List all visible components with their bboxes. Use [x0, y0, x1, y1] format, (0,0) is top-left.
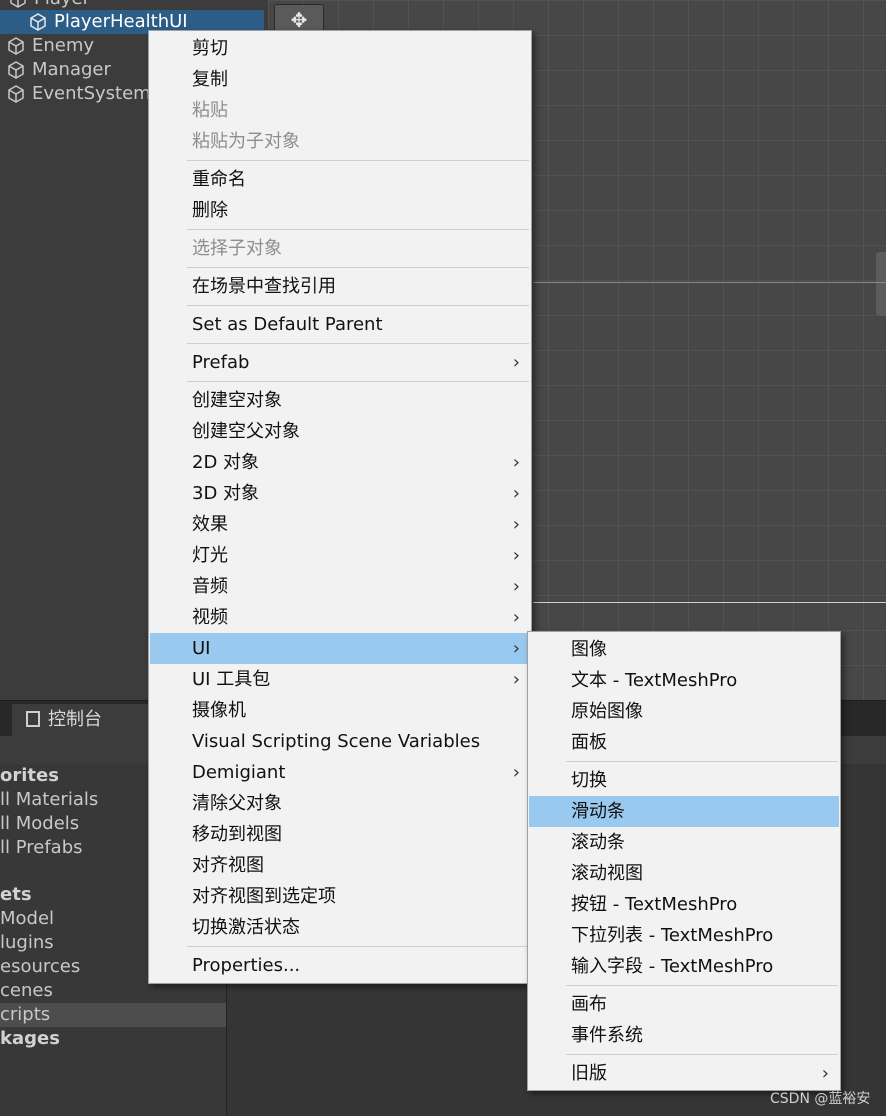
chevron-right-icon: › — [821, 1063, 829, 1084]
menu-item-paste: 粘贴 — [192, 100, 228, 121]
menu-item-align-view-to-selected[interactable]: 对齐视图到选定项 — [150, 881, 530, 912]
menu-separator — [187, 267, 529, 268]
menu-separator — [187, 160, 529, 161]
tab-console-label: 控制台 — [48, 709, 102, 730]
project-favorites-header[interactable]: orites — [0, 764, 59, 788]
project-packages-header[interactable]: kages — [0, 1027, 60, 1051]
menu-item-cut[interactable]: 剪切 — [150, 33, 530, 64]
scene-gizmo-handle[interactable] — [876, 252, 886, 316]
menu-item-clear-parent[interactable]: 清除父对象 — [150, 788, 530, 819]
menu-item-ui[interactable]: UI › — [150, 633, 530, 664]
menu-item-delete[interactable]: 删除 — [150, 195, 530, 226]
menu-separator — [566, 1054, 838, 1055]
hierarchy-item-label: PlayerHealthUI — [54, 11, 188, 32]
chevron-right-icon: › — [512, 452, 520, 473]
scene-guide-line — [533, 602, 886, 603]
chevron-right-icon: › — [512, 545, 520, 566]
menu-item-video[interactable]: 视频 › — [150, 602, 530, 633]
gameobject-cube-icon — [10, 0, 26, 8]
submenu-item-toggle[interactable]: 切换 — [529, 765, 839, 796]
chevron-right-icon: › — [512, 638, 520, 659]
chevron-right-icon: › — [512, 352, 520, 373]
menu-item-paste-as-child: 粘贴为子对象 — [192, 131, 300, 152]
menu-item-prefab[interactable]: Prefab › — [150, 347, 530, 378]
submenu-item-event-system[interactable]: 事件系统 — [529, 1020, 839, 1051]
scene-guide-line — [533, 282, 886, 283]
submenu-item-scrollbar[interactable]: 滚动条 — [529, 827, 839, 858]
submenu-item-scroll-view[interactable]: 滚动视图 — [529, 858, 839, 889]
chevron-right-icon: › — [512, 576, 520, 597]
menu-item-2d-object[interactable]: 2D 对象 › — [150, 447, 530, 478]
menu-item-create-empty-parent[interactable]: 创建空父对象 — [150, 416, 530, 447]
submenu-item-image[interactable]: 图像 — [529, 634, 839, 665]
submenu-item-panel[interactable]: 面板 — [529, 727, 839, 758]
project-assets-header[interactable]: ets — [0, 883, 32, 907]
menu-item-light[interactable]: 灯光 › — [150, 540, 530, 571]
gameobject-cube-icon — [8, 61, 24, 79]
tab-console[interactable]: 控制台 — [12, 704, 152, 736]
context-menu: 剪切 复制 粘贴 粘贴为子对象 重命名 删除 选择子对象 在场景中查找引用 Se… — [148, 30, 532, 984]
hierarchy-item-label: Enemy — [32, 35, 95, 56]
hierarchy-item-label: Player — [34, 0, 90, 9]
project-item-model[interactable]: Model — [0, 907, 54, 931]
submenu-item-raw-image[interactable]: 原始图像 — [529, 696, 839, 727]
menu-separator — [187, 343, 529, 344]
menu-separator — [187, 305, 529, 306]
menu-item-create-empty[interactable]: 创建空对象 — [150, 385, 530, 416]
gameobject-cube-icon — [30, 13, 46, 31]
menu-item-set-default-parent[interactable]: Set as Default Parent — [150, 309, 530, 340]
project-item-scenes[interactable]: cenes — [0, 979, 53, 1003]
menu-separator — [187, 229, 529, 230]
submenu-item-text-textmeshpro[interactable]: 文本 - TextMeshPro — [529, 665, 839, 696]
submenu-item-slider[interactable]: 滑动条 — [529, 796, 839, 827]
chevron-right-icon: › — [512, 483, 520, 504]
console-icon — [26, 711, 40, 727]
hierarchy-item-label: EventSystem — [32, 83, 151, 104]
project-item-scripts[interactable]: cripts — [0, 1003, 226, 1027]
chevron-right-icon: › — [512, 669, 520, 690]
submenu-item-canvas[interactable]: 画布 — [529, 989, 839, 1020]
menu-separator — [566, 985, 838, 986]
ui-submenu: 图像 文本 - TextMeshPro 原始图像 面板 切换 滑动条 滚动条 滚… — [527, 631, 841, 1091]
project-item-all-materials[interactable]: ll Materials — [0, 788, 98, 812]
menu-item-toggle-active-state[interactable]: 切换激活状态 — [150, 912, 530, 943]
chevron-right-icon: › — [512, 762, 520, 783]
watermark: CSDN @蓝裕安 — [770, 1091, 871, 1107]
menu-item-select-children: 选择子对象 — [192, 238, 282, 259]
menu-item-copy[interactable]: 复制 — [150, 64, 530, 95]
menu-item-camera[interactable]: 摄像机 — [150, 695, 530, 726]
submenu-item-input-field-textmeshpro[interactable]: 输入字段 - TextMeshPro — [529, 951, 839, 982]
submenu-item-button-textmeshpro[interactable]: 按钮 - TextMeshPro — [529, 889, 839, 920]
menu-item-effects[interactable]: 效果 › — [150, 509, 530, 540]
menu-item-find-references-in-scene[interactable]: 在场景中查找引用 — [150, 271, 530, 302]
submenu-item-dropdown-textmeshpro[interactable]: 下拉列表 - TextMeshPro — [529, 920, 839, 951]
menu-item-3d-object[interactable]: 3D 对象 › — [150, 478, 530, 509]
hierarchy-item-label: Manager — [32, 59, 111, 80]
menu-separator — [566, 761, 838, 762]
menu-separator — [187, 381, 529, 382]
menu-item-rename[interactable]: 重命名 — [150, 164, 530, 195]
gameobject-cube-icon — [8, 37, 24, 55]
menu-item-audio[interactable]: 音频 › — [150, 571, 530, 602]
project-item-all-prefabs[interactable]: ll Prefabs — [0, 836, 83, 860]
project-item-all-models[interactable]: ll Models — [0, 812, 79, 836]
menu-item-visual-scripting-scene-variables[interactable]: Visual Scripting Scene Variables — [150, 726, 530, 757]
project-item-resources[interactable]: esources — [0, 955, 80, 979]
menu-item-ui-toolkit[interactable]: UI 工具包 › — [150, 664, 530, 695]
menu-item-align-with-view[interactable]: 对齐视图 — [150, 850, 530, 881]
hierarchy-item-enemy[interactable]: Enemy — [6, 34, 94, 58]
menu-item-properties[interactable]: Properties... — [150, 950, 530, 981]
menu-item-demigiant[interactable]: Demigiant › — [150, 757, 530, 788]
chevron-right-icon: › — [512, 514, 520, 535]
hierarchy-item-eventsystem[interactable]: EventSystem — [6, 82, 151, 106]
project-item-plugins[interactable]: lugins — [0, 931, 54, 955]
submenu-item-legacy[interactable]: 旧版 › — [529, 1058, 839, 1089]
menu-item-move-to-view[interactable]: 移动到视图 — [150, 819, 530, 850]
hierarchy-item-manager[interactable]: Manager — [6, 58, 111, 82]
gameobject-cube-icon — [8, 85, 24, 103]
menu-separator — [187, 946, 529, 947]
move-arrows-icon: ✥ — [290, 8, 308, 32]
chevron-right-icon: › — [512, 607, 520, 628]
